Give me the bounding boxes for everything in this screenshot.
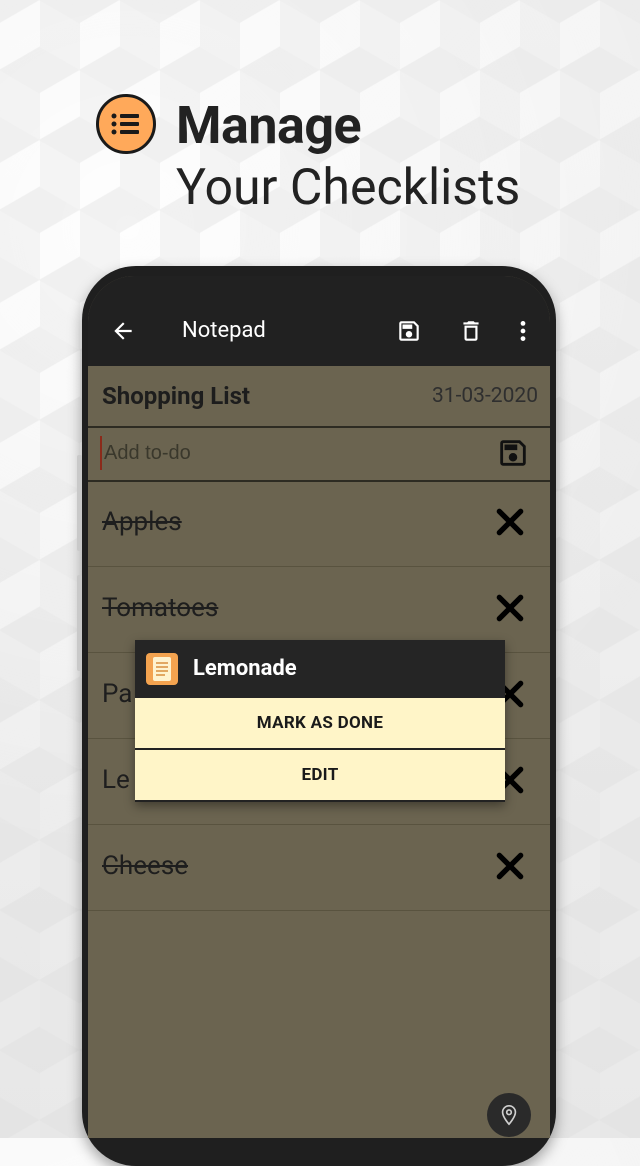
item-label: Apples [102, 507, 182, 537]
promo-title: Manage [176, 95, 362, 156]
close-icon[interactable] [494, 506, 526, 538]
delete-icon[interactable] [458, 318, 484, 348]
phone-side-button [77, 455, 82, 551]
close-icon[interactable] [494, 850, 526, 882]
item-context-dialog: Lemonade MARK AS DONE EDIT [135, 640, 505, 802]
location-pin-icon[interactable] [487, 1093, 531, 1137]
note-header: Shopping List 31-03-2020 [88, 366, 550, 428]
edit-button[interactable]: EDIT [135, 750, 505, 802]
back-arrow-icon[interactable] [110, 318, 140, 348]
item-label: Cheese [102, 851, 189, 881]
dialog-title: Lemonade [193, 656, 297, 681]
add-todo-row [88, 426, 550, 482]
add-todo-input[interactable] [100, 436, 476, 470]
save-icon[interactable] [496, 436, 530, 474]
dialog-header: Lemonade [135, 640, 505, 698]
note-date: 31-03-2020 [431, 384, 538, 408]
list-icon [96, 94, 156, 154]
note-title[interactable]: Shopping List [102, 382, 250, 410]
app-title: Notepad [182, 318, 266, 343]
more-vert-icon[interactable] [514, 318, 532, 348]
save-icon[interactable] [396, 318, 422, 348]
app-bar: Notepad [88, 276, 550, 366]
list-item[interactable]: Cheese [88, 824, 550, 911]
list-item[interactable]: Apples [88, 480, 550, 567]
item-label: Le [102, 765, 130, 795]
notepad-icon [145, 652, 179, 686]
mark-as-done-button[interactable]: MARK AS DONE [135, 698, 505, 750]
item-label: Pa [102, 679, 133, 709]
phone-side-button [77, 575, 82, 671]
item-label: Tomatoes [102, 593, 219, 623]
promo-subtitle: Your Checklists [176, 159, 521, 217]
close-icon[interactable] [494, 592, 526, 624]
